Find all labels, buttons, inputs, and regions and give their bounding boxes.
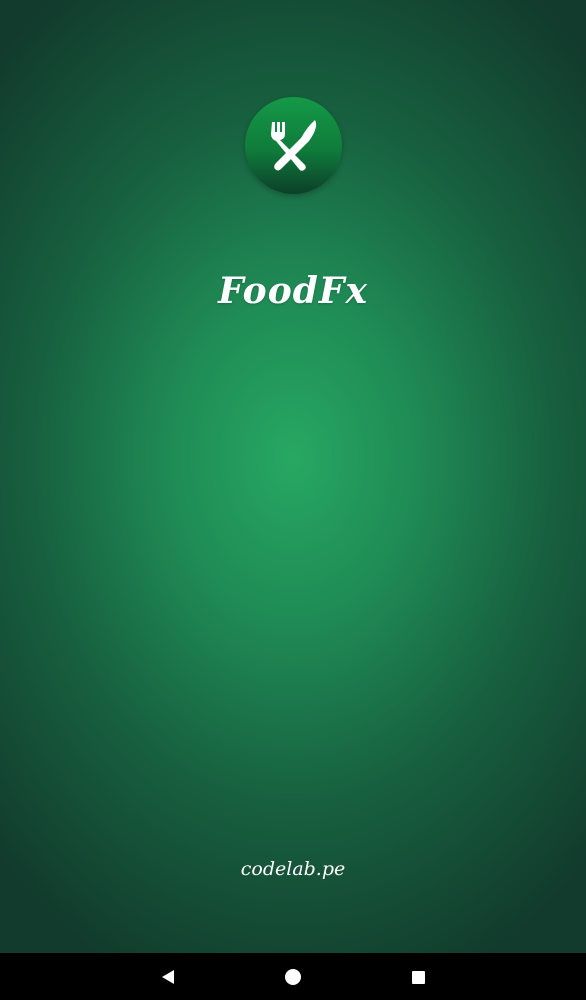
nav-back-button[interactable]: [154, 963, 182, 991]
system-navigation-bar: [0, 953, 586, 1000]
splash-screen: FoodFx codelab.pe: [0, 0, 586, 1000]
nav-home-button[interactable]: [279, 963, 307, 991]
back-triangle-icon: [162, 970, 174, 984]
app-title: FoodFx: [218, 270, 368, 312]
app-logo: [245, 97, 342, 194]
recents-square-icon: [411, 970, 425, 984]
fork-knife-icon: [271, 120, 317, 171]
footer-brand: codelab.pe: [240, 858, 346, 880]
splash-background: FoodFx codelab.pe: [0, 0, 586, 953]
home-circle-icon: [285, 969, 301, 985]
nav-recents-button[interactable]: [404, 963, 432, 991]
